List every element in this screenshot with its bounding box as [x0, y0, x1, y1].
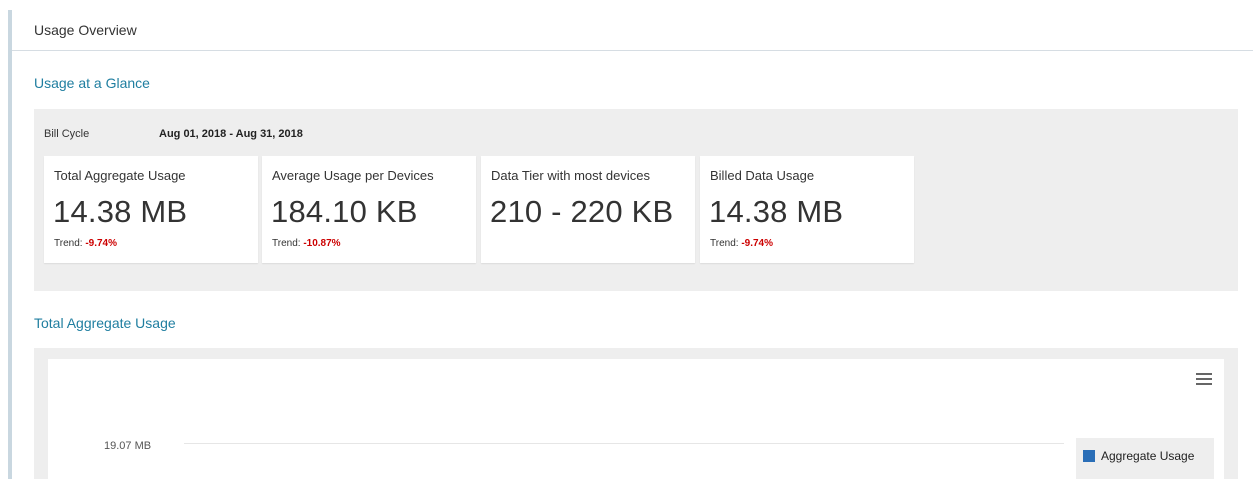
trend-value: -9.74%	[741, 238, 773, 249]
card-billed-data-usage: Billed Data Usage 14.38 MB Trend: -9.74%	[700, 156, 914, 263]
card-trend: Trend: -9.74%	[54, 238, 117, 249]
trend-value: -9.74%	[85, 238, 117, 249]
card-value: 210 - 220 KB	[490, 194, 674, 229]
trend-value: -10.87%	[303, 238, 341, 249]
trend-label: Trend:	[54, 238, 86, 249]
trend-label: Trend:	[272, 238, 304, 249]
card-label: Average Usage per Devices	[272, 168, 434, 183]
panel-title: Usage Overview	[34, 22, 137, 38]
y-gridline	[184, 443, 1064, 444]
panel-header: Usage Overview	[12, 10, 1253, 51]
card-trend: Trend: -10.87%	[272, 238, 341, 249]
card-value: 14.38 MB	[709, 194, 844, 229]
chart-container: 19.07 MB Aggregate Usage	[34, 348, 1238, 479]
y-axis-tick-label: 19.07 MB	[104, 440, 152, 452]
card-value: 14.38 MB	[53, 194, 188, 229]
card-value: 184.10 KB	[271, 194, 418, 229]
card-data-tier-most-devices: Data Tier with most devices 210 - 220 KB	[481, 156, 695, 263]
bill-cycle-label: Bill Cycle	[44, 128, 90, 140]
card-label: Total Aggregate Usage	[54, 168, 186, 183]
panel-accent-bar	[8, 10, 12, 479]
card-total-aggregate-usage: Total Aggregate Usage 14.38 MB Trend: -9…	[44, 156, 258, 263]
chart-area: 19.07 MB Aggregate Usage	[48, 359, 1224, 479]
chart-legend[interactable]: Aggregate Usage	[1076, 438, 1214, 479]
card-label: Billed Data Usage	[710, 168, 815, 183]
card-average-usage-per-devices: Average Usage per Devices 184.10 KB Tren…	[262, 156, 476, 263]
total-aggregate-usage-title: Total Aggregate Usage	[34, 315, 176, 331]
card-label: Data Tier with most devices	[491, 168, 650, 183]
trend-label: Trend:	[710, 238, 742, 249]
hamburger-menu-icon[interactable]	[1196, 373, 1212, 387]
usage-glance-box: Bill Cycle Aug 01, 2018 - Aug 31, 2018 T…	[34, 109, 1238, 291]
usage-at-a-glance-title: Usage at a Glance	[34, 75, 150, 91]
legend-label: Aggregate Usage	[1101, 449, 1195, 463]
bill-cycle-value: Aug 01, 2018 - Aug 31, 2018	[159, 128, 303, 140]
card-trend: Trend: -9.74%	[710, 238, 773, 249]
legend-swatch	[1083, 450, 1095, 462]
